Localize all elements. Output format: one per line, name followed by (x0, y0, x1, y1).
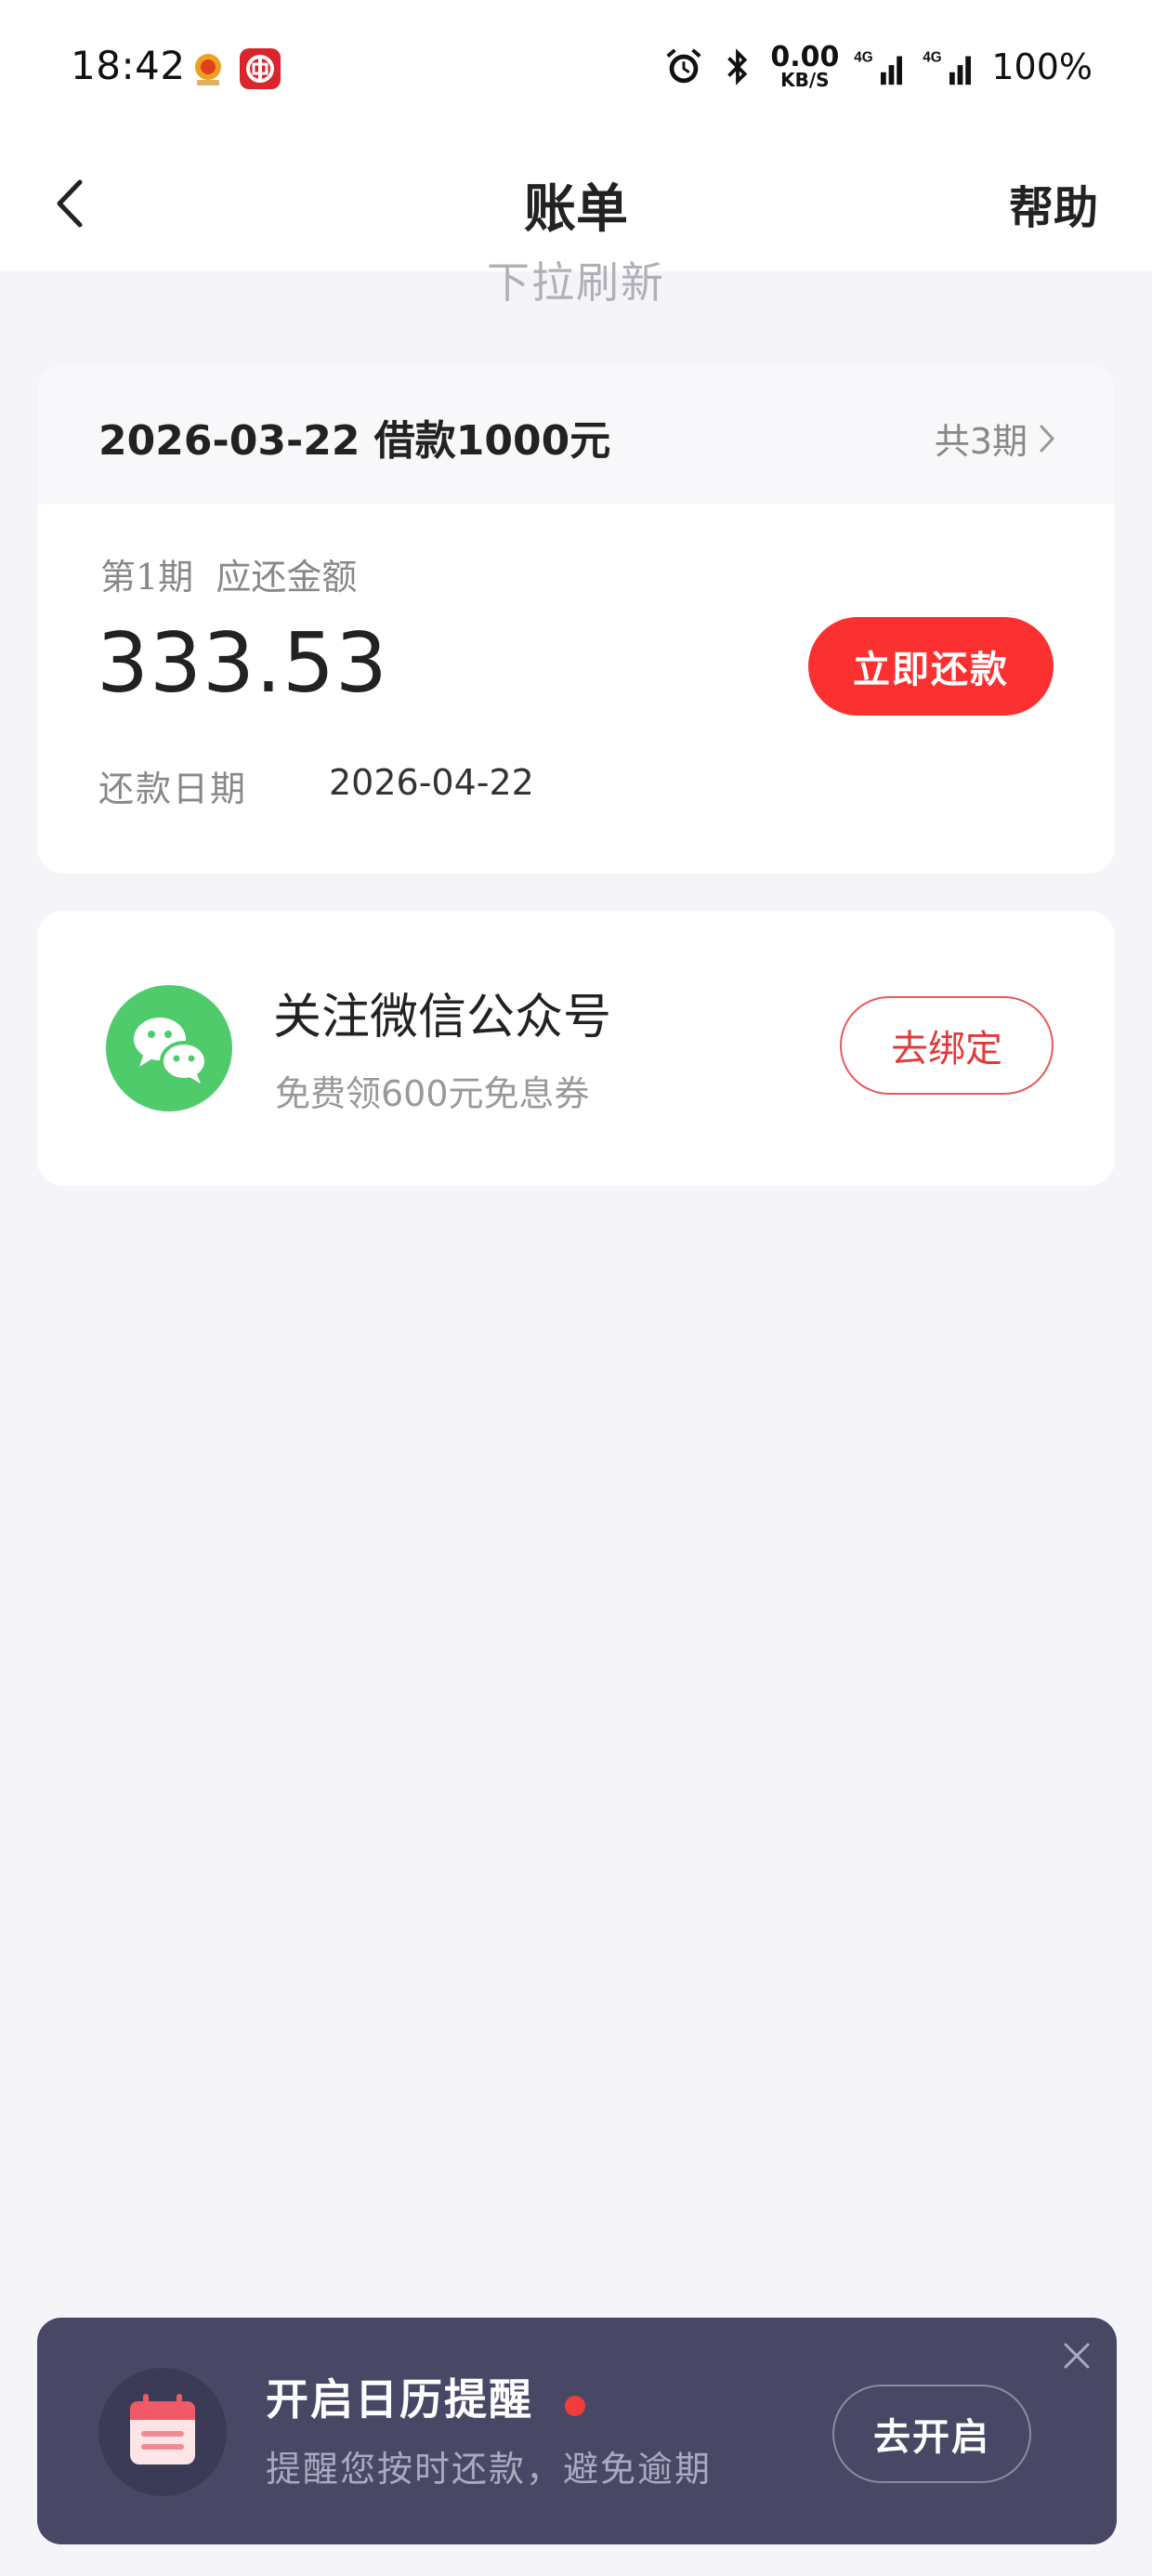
bind-wechat-button[interactable]: 去绑定 (840, 996, 1054, 1095)
page-title: 账单 (524, 178, 628, 240)
installment-label: 第1期 应还金额 (100, 557, 358, 598)
close-banner-button[interactable] (1057, 2336, 1096, 2375)
wechat-card-title: 关注微信公众号 (273, 990, 612, 1045)
app-notification-icon (188, 48, 229, 89)
repay-now-button[interactable]: 立即还款 (808, 617, 1054, 716)
network-speed: 0.00 KB/S (770, 41, 840, 91)
bill-page: 18:42 0.00 KB/S 4G 4G 100% 账单 帮助 下拉刷新 20… (0, 0, 1152, 2576)
enable-calendar-button[interactable]: 去开启 (832, 2385, 1031, 2483)
status-time: 18:42 (71, 43, 186, 88)
signal-icon: 4G (855, 49, 903, 85)
svg-text:4G: 4G (855, 49, 873, 65)
signal-icon-2: 4G (923, 49, 972, 85)
installment-count[interactable]: 共3期 (935, 413, 1059, 464)
calendar-reminder-banner: 开启日历提醒 提醒您按时还款，避免逾期 去开启 (37, 2318, 1117, 2544)
wechat-card-subtitle: 免费领600元免息券 (275, 1073, 590, 1114)
alarm-icon (666, 48, 701, 84)
calendar-reminder-subtitle: 提醒您按时还款，避免逾期 (266, 2449, 713, 2490)
wechat-follow-card: 关注微信公众号 免费领600元免息券 去绑定 (37, 911, 1115, 1186)
new-badge-dot (565, 2396, 585, 2416)
status-icons: 0.00 KB/S 4G 4G 100% (662, 41, 1093, 93)
calendar-reminder-title: 开启日历提醒 (266, 2374, 533, 2425)
status-bar: 18:42 0.00 KB/S 4G 4G 100% (0, 0, 1152, 139)
due-date-value: 2026-04-22 (329, 762, 534, 803)
bill-card: 2026-03-22 借款1000元 共3期 第1期 应还金额 333.53 立… (37, 364, 1115, 874)
bluetooth-icon (727, 48, 748, 85)
help-button[interactable]: 帮助 (1009, 171, 1098, 236)
bank-app-icon (240, 48, 281, 89)
amount-due: 333.53 (97, 615, 388, 711)
chevron-right-icon (1040, 425, 1055, 452)
close-icon (1064, 2343, 1090, 2369)
battery-level: 100% (991, 46, 1093, 87)
bill-card-header[interactable]: 2026-03-22 借款1000元 共3期 (37, 364, 1115, 504)
svg-text:4G: 4G (923, 49, 942, 65)
loan-summary: 2026-03-22 借款1000元 (98, 417, 611, 465)
due-date-label: 还款日期 (98, 769, 248, 809)
wechat-icon (106, 985, 232, 1111)
pull-to-refresh-hint: 下拉刷新 (487, 257, 665, 308)
calendar-icon (98, 2368, 227, 2496)
